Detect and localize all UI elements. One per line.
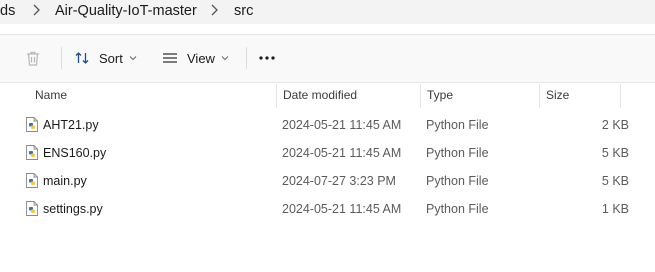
- chevron-down-icon: [221, 56, 229, 61]
- file-name: AHT21.py: [43, 118, 99, 132]
- column-header-size[interactable]: Size: [546, 88, 569, 102]
- file-type: Python File: [426, 202, 489, 216]
- command-bar: Sort View: [0, 34, 655, 83]
- file-type: Python File: [426, 118, 489, 132]
- file-row[interactable]: main.py 2024-07-27 3:23 PM Python File 5…: [16, 168, 655, 196]
- breadcrumb: ds Air-Quality-IoT-master src: [0, 0, 655, 24]
- file-name: settings.py: [43, 202, 103, 216]
- toolbar-divider: [246, 47, 247, 69]
- file-row[interactable]: ENS160.py 2024-05-21 11:45 AM Python Fil…: [16, 140, 655, 168]
- more-dots-icon: [259, 56, 275, 60]
- file-row[interactable]: settings.py 2024-05-21 11:45 AM Python F…: [16, 196, 655, 224]
- file-type: Python File: [426, 146, 489, 160]
- file-name: ENS160.py: [43, 146, 107, 160]
- file-size: 2 KB: [601, 118, 629, 132]
- column-header-type[interactable]: Type: [427, 88, 453, 102]
- sort-button[interactable]: Sort: [74, 43, 144, 73]
- toolbar-divider: [61, 47, 62, 69]
- file-date: 2024-05-21 11:45 AM: [282, 202, 402, 216]
- sort-arrows-icon: [75, 52, 89, 64]
- chevron-right-icon[interactable]: [209, 3, 219, 17]
- file-row[interactable]: AHT21.py 2024-05-21 11:45 AM Python File…: [16, 112, 655, 140]
- file-size: 5 KB: [601, 146, 629, 160]
- column-divider[interactable]: [539, 84, 540, 108]
- file-type: Python File: [426, 174, 489, 188]
- breadcrumb-item-project[interactable]: Air-Quality-IoT-master: [55, 3, 197, 19]
- file-size: 5 KB: [601, 174, 629, 188]
- column-header-name[interactable]: Name: [35, 88, 67, 102]
- view-button[interactable]: View: [162, 43, 234, 73]
- file-date: 2024-07-27 3:23 PM: [282, 174, 396, 188]
- file-size: 1 KB: [601, 202, 629, 216]
- view-label: View: [187, 50, 215, 66]
- file-name: main.py: [43, 174, 87, 188]
- delete-button[interactable]: [18, 43, 48, 73]
- breadcrumb-item-parent[interactable]: ds: [0, 3, 15, 19]
- python-file-icon: [26, 145, 38, 160]
- more-options-button[interactable]: [253, 43, 281, 73]
- view-lines-icon: [163, 53, 177, 63]
- chevron-right-icon[interactable]: [31, 3, 41, 17]
- trash-icon: [27, 51, 39, 66]
- python-file-icon: [26, 117, 38, 132]
- chevron-down-icon: [129, 56, 137, 61]
- python-file-icon: [26, 201, 38, 216]
- breadcrumb-item-current[interactable]: src: [234, 3, 253, 19]
- column-divider[interactable]: [276, 84, 277, 108]
- column-divider[interactable]: [620, 84, 621, 108]
- column-header-date[interactable]: Date modified: [283, 88, 357, 102]
- column-divider[interactable]: [420, 84, 421, 108]
- sort-label: Sort: [99, 50, 123, 66]
- file-date: 2024-05-21 11:45 AM: [282, 146, 402, 160]
- file-date: 2024-05-21 11:45 AM: [282, 118, 402, 132]
- python-file-icon: [26, 173, 38, 188]
- column-header-row: Name Date modified Type Size: [0, 82, 655, 108]
